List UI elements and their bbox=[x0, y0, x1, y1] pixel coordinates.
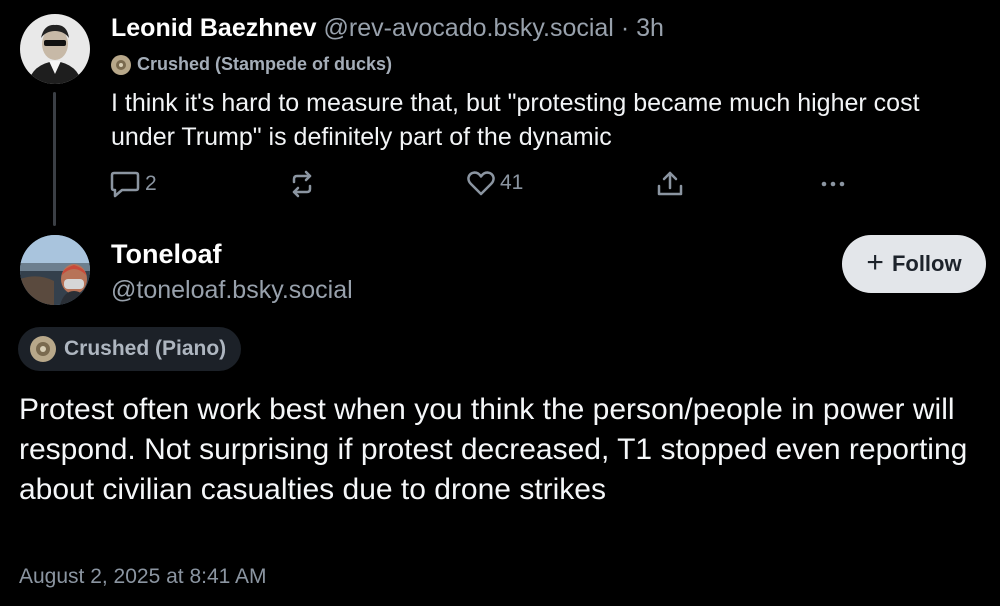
author-name[interactable]: Toneloaf bbox=[111, 237, 222, 271]
more-options-button[interactable] bbox=[818, 170, 848, 198]
comment-icon bbox=[110, 170, 140, 198]
main-badge[interactable]: Crushed (Piano) bbox=[18, 327, 242, 371]
reply-badge-label: Crushed (Stampede of ducks) bbox=[137, 54, 393, 74]
plus-icon: + bbox=[866, 245, 884, 279]
reply-badge[interactable]: Crushed (Stampede of ducks) bbox=[111, 54, 392, 75]
follow-button-label: Follow bbox=[891, 251, 962, 276]
ellipsis-icon bbox=[818, 170, 848, 198]
reply-button[interactable]: 2 bbox=[110, 170, 157, 198]
reply-post-header: Leonid Baezhnev @rev-avocado.bsky.social… bbox=[111, 12, 664, 44]
heart-icon bbox=[467, 170, 495, 196]
repost-icon bbox=[288, 170, 316, 198]
post-timestamp[interactable]: August 2, 2025 at 8:41 AM bbox=[19, 565, 267, 589]
share-icon bbox=[656, 170, 684, 198]
follow-button[interactable]: + Follow bbox=[842, 235, 986, 293]
avatar[interactable] bbox=[20, 235, 90, 305]
repost-button[interactable] bbox=[288, 170, 316, 198]
author-handle[interactable]: @toneloaf.bsky.social bbox=[111, 274, 353, 306]
like-count: 41 bbox=[500, 171, 524, 194]
reply-post-text: I think it's hard to measure that, but "… bbox=[111, 89, 920, 151]
badge-emblem-icon bbox=[30, 336, 56, 362]
thread-connector-line bbox=[53, 92, 56, 226]
main-post-text: Protest often work best when you think t… bbox=[19, 393, 968, 506]
like-button[interactable]: 41 bbox=[467, 170, 523, 196]
share-button[interactable] bbox=[656, 170, 684, 198]
avatar[interactable] bbox=[20, 14, 90, 84]
author-name[interactable]: Leonid Baezhnev bbox=[111, 14, 317, 42]
separator-dot: · bbox=[620, 14, 630, 42]
reply-count: 2 bbox=[145, 172, 157, 195]
badge-emblem-icon bbox=[111, 54, 131, 75]
author-handle[interactable]: @rev-avocado.bsky.social bbox=[324, 14, 614, 42]
post-time[interactable]: 3h bbox=[636, 14, 664, 42]
main-badge-label: Crushed (Piano) bbox=[64, 337, 227, 360]
